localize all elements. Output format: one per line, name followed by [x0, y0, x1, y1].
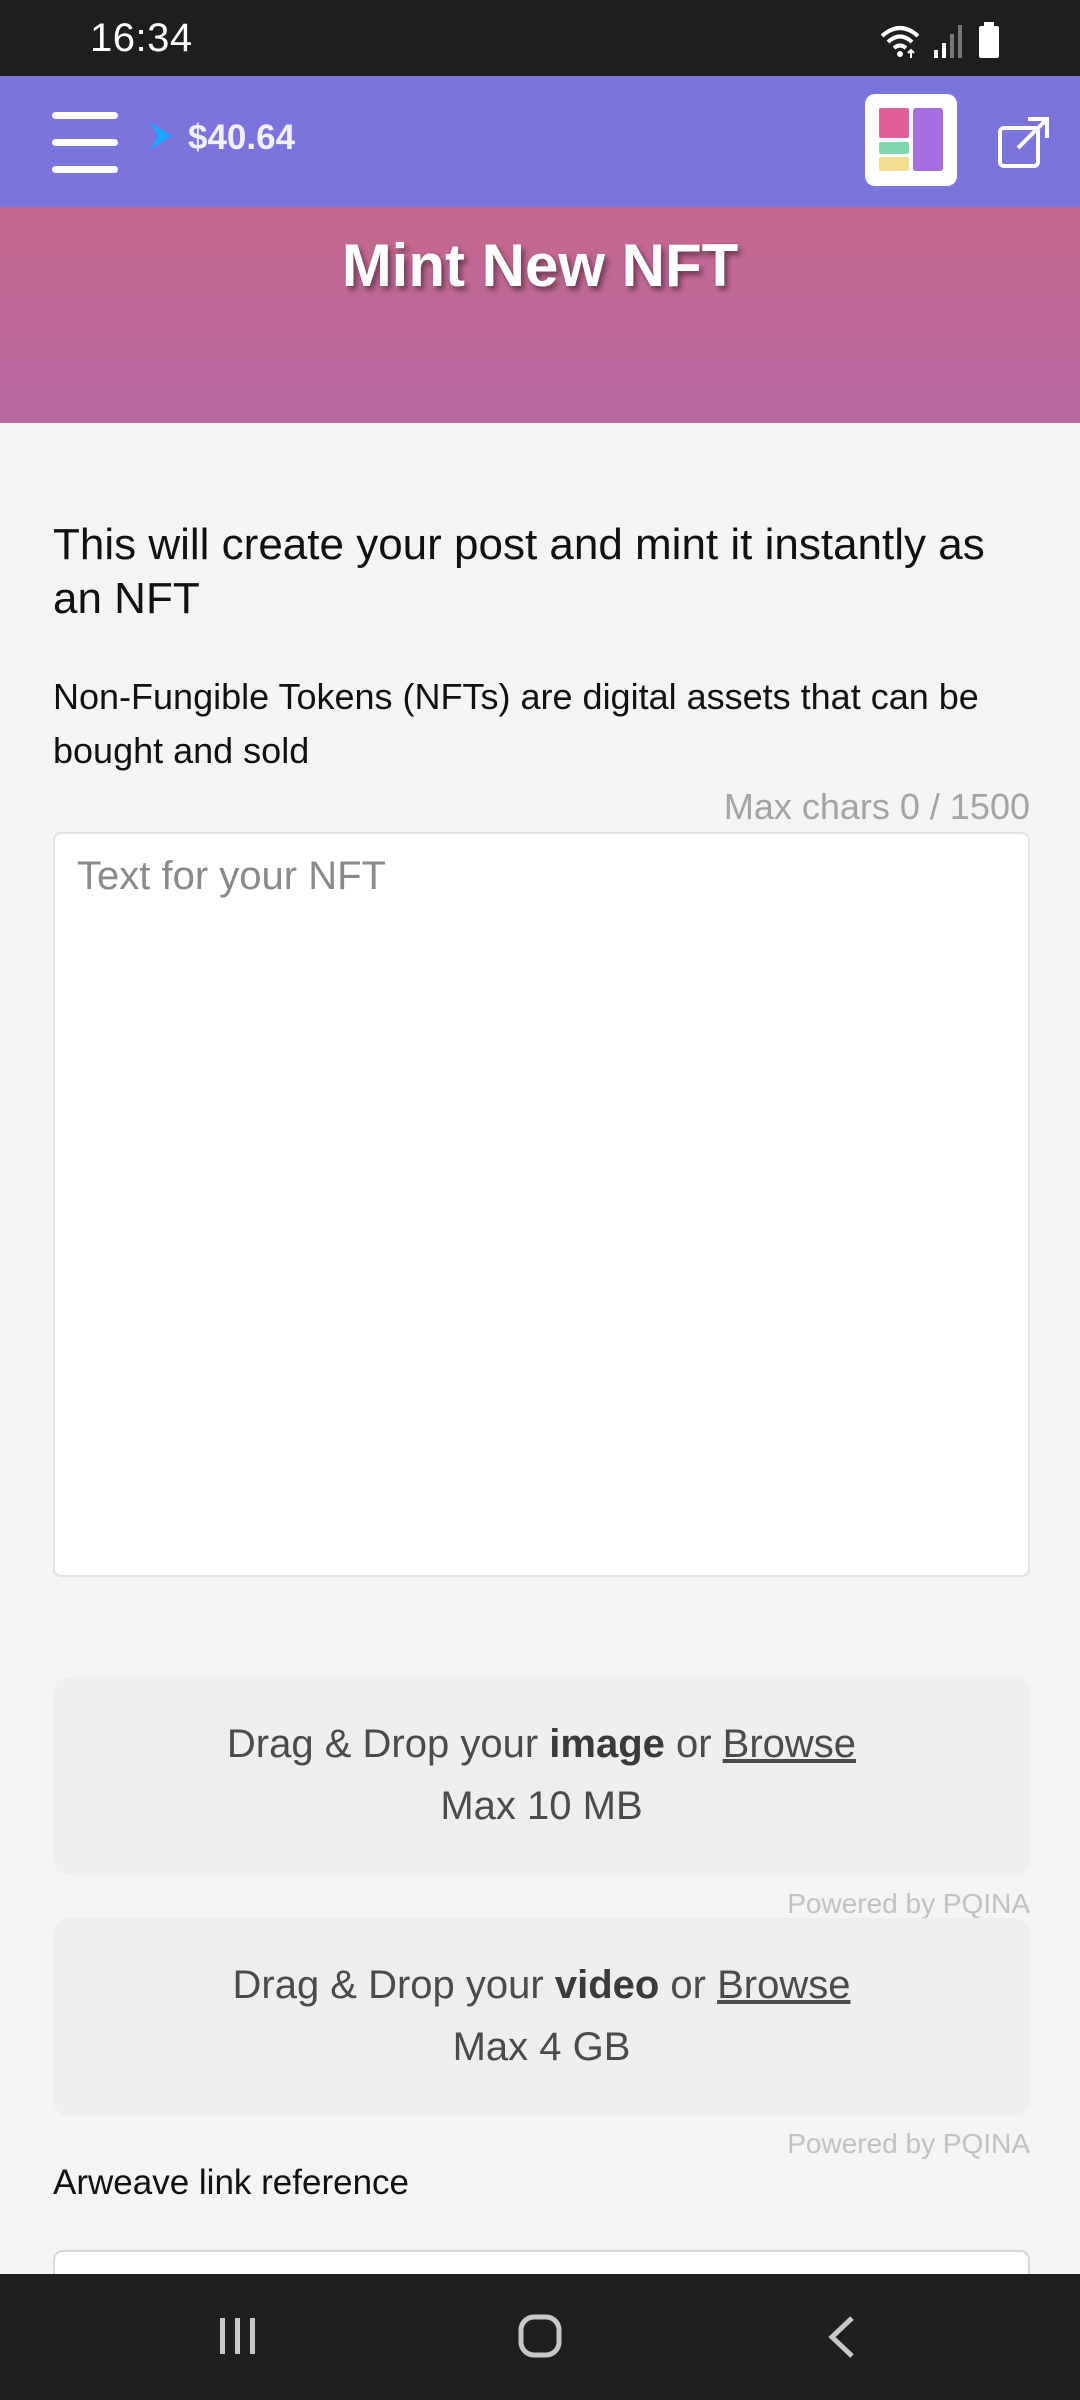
wifi-icon [880, 24, 920, 58]
video-size-limit: Max 4 GB [452, 2025, 631, 2069]
video-powered-by: Powered by PQINA [787, 2128, 1030, 2159]
arweave-label: Arweave link reference [53, 2163, 409, 2202]
video-drop-prefix: Drag & Drop your [232, 1963, 555, 2007]
system-navigation-bar [0, 2274, 1080, 2400]
image-size-limit: Max 10 MB [440, 1784, 643, 1828]
image-browse-link[interactable]: Browse [723, 1722, 856, 1766]
status-time: 16:34 [90, 16, 193, 60]
hamburger-menu-icon[interactable] [52, 112, 118, 173]
image-drop-kind: image [549, 1722, 665, 1766]
image-drop-middle: or [664, 1722, 723, 1766]
signal-icon [934, 24, 964, 58]
mint-headline: This will create your post and mint it i… [53, 520, 985, 623]
image-drop-prefix: Drag & Drop your [226, 1722, 550, 1766]
external-link-icon[interactable] [996, 114, 1052, 170]
balance-amount: $40.64 [188, 118, 296, 157]
page-title: Mint New NFT [341, 232, 739, 299]
layout-grid-icon[interactable] [865, 94, 957, 186]
battery-icon [978, 22, 1000, 58]
status-bar: 16:34 [0, 0, 1080, 76]
video-browse-link[interactable]: Browse [717, 1963, 850, 2007]
top-navigation-bar: $40.64 [0, 76, 1080, 207]
chevron-right-icon [146, 119, 178, 158]
home-icon[interactable] [518, 2314, 562, 2358]
video-dropzone[interactable]: Drag & Drop your video or Browse Max 4 G… [53, 1918, 1030, 2116]
back-icon[interactable] [826, 2314, 856, 2360]
status-icons [880, 18, 1000, 58]
nft-text-input[interactable] [53, 832, 1030, 1577]
recent-apps-icon[interactable] [218, 2316, 258, 2356]
video-drop-kind: video [554, 1963, 660, 2007]
wallet-balance[interactable]: $40.64 [146, 118, 295, 158]
char-counter: Max chars 0 / 1500 [723, 786, 1030, 827]
image-powered-by: Powered by PQINA [787, 1888, 1030, 1919]
nft-description: Non-Fungible Tokens (NFTs) are digital a… [53, 676, 979, 771]
page-hero: Mint New NFT [0, 207, 1080, 423]
video-drop-middle: or [659, 1963, 718, 2007]
image-dropzone[interactable]: Drag & Drop your image or Browse Max 10 … [53, 1677, 1030, 1875]
